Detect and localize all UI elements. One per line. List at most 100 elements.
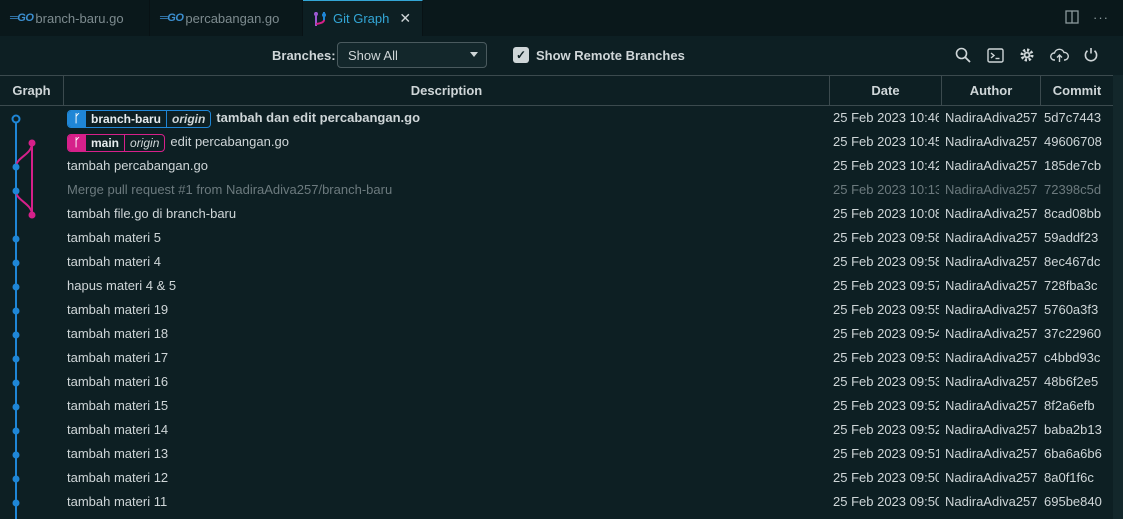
branch-icon: ᚴ (68, 134, 86, 151)
branches-dropdown[interactable]: Show All (337, 42, 487, 68)
commit-row[interactable]: ᚴ branch-baru origin tambah dan edit percab… (0, 106, 1113, 130)
more-icon[interactable]: ··· (1093, 10, 1109, 27)
commit-description: tambah file.go di branch-baru (67, 206, 237, 221)
commit-dot[interactable] (12, 259, 20, 267)
commit-date: 25 Feb 2023 10:42 (833, 158, 939, 173)
tab-branch-baru-go[interactable]: ═GO branch-baru.go (0, 0, 150, 36)
commit-dot[interactable] (12, 403, 20, 411)
commit-dot[interactable] (12, 331, 20, 339)
commit-date: 25 Feb 2023 09:54 (833, 326, 939, 341)
commit-dot[interactable] (12, 499, 20, 507)
commit-dot[interactable] (12, 427, 20, 435)
commit-row[interactable]: tambah materi 15 25 Feb 2023 09:52 NadiraA… (0, 394, 1113, 418)
commit-author: NadiraAdiva257 (945, 398, 1038, 413)
commit-dot[interactable] (12, 307, 20, 315)
commit-dot[interactable] (12, 187, 20, 195)
commit-date: 25 Feb 2023 09:50 (833, 470, 939, 485)
scrollbar[interactable] (1113, 75, 1123, 519)
commit-row[interactable]: tambah materi 5 25 Feb 2023 09:58 NadiraAd… (0, 226, 1113, 250)
commit-row[interactable]: tambah materi 12 25 Feb 2023 09:50 NadiraA… (0, 466, 1113, 490)
commit-date: 25 Feb 2023 09:55 (833, 302, 939, 317)
commit-date: 25 Feb 2023 09:52 (833, 398, 939, 413)
refresh-icon[interactable] (1081, 45, 1101, 65)
commit-row[interactable]: tambah materi 17 25 Feb 2023 09:53 NadiraA… (0, 346, 1113, 370)
show-remote-branches-label[interactable]: Show Remote Branches (536, 48, 685, 63)
commit-message: tambah dan edit percabangan.go (216, 110, 421, 125)
commit-hash: 59addf23 (1044, 230, 1099, 245)
commit-row[interactable]: tambah materi 13 25 Feb 2023 09:51 NadiraA… (0, 442, 1113, 466)
commit-dot[interactable] (11, 114, 21, 124)
commit-author: NadiraAdiva257 (945, 230, 1038, 245)
commit-hash: 185de7cb (1044, 158, 1102, 173)
commit-description: tambah materi 19 (67, 302, 169, 317)
commit-dot[interactable] (12, 283, 20, 291)
commit-row[interactable]: tambah materi 14 25 Feb 2023 09:52 NadiraA… (0, 418, 1113, 442)
commit-hash: 48b6f2e5 (1044, 374, 1099, 389)
branch-tag-main[interactable]: ᚴ main origin (67, 133, 166, 152)
commit-description: tambah materi 5 (67, 230, 161, 245)
commit-dot[interactable] (12, 379, 20, 387)
commit-dot[interactable] (28, 139, 36, 147)
column-header-graph[interactable]: Graph (0, 76, 64, 106)
tab-percabangan-go[interactable]: ═GO percabangan.go (150, 0, 303, 36)
commit-author: NadiraAdiva257 (945, 302, 1038, 317)
close-icon[interactable]: ✕ (399, 10, 411, 27)
commit-dot[interactable] (12, 355, 20, 363)
commit-row[interactable]: tambah file.go di branch-baru 25 Feb 2023… (0, 202, 1113, 226)
branch-tag-branch-baru[interactable]: ᚴ branch-baru origin (67, 109, 212, 128)
branch-name: branch-baru (91, 111, 162, 126)
commit-description: tambah materi 16 (67, 374, 169, 389)
commit-author: NadiraAdiva257 (945, 494, 1038, 509)
commit-dot[interactable] (12, 475, 20, 483)
tab-git-graph[interactable]: Git Graph ✕ (303, 0, 423, 36)
column-header-description[interactable]: Description (64, 76, 830, 106)
commit-author: NadiraAdiva257 (945, 254, 1038, 269)
branch-remote: origin (166, 110, 210, 127)
commit-description: tambah materi 11 (67, 494, 168, 509)
commit-description: hapus materi 4 & 5 (67, 278, 177, 293)
commit-description: tambah materi 4 (67, 254, 161, 269)
commit-author: NadiraAdiva257 (945, 278, 1038, 293)
commit-date: 25 Feb 2023 09:50 (833, 494, 939, 509)
commit-hash: 695be840 (1044, 494, 1102, 509)
commit-dot[interactable] (12, 235, 20, 243)
commit-description: Merge pull request #1 from NadiraAdiva25… (67, 182, 393, 197)
commit-date: 25 Feb 2023 10:45 (833, 134, 939, 149)
commit-author: NadiraAdiva257 (945, 326, 1038, 341)
terminal-icon[interactable] (985, 45, 1005, 65)
commit-description: tambah materi 17 (67, 350, 169, 365)
show-remote-branches-checkbox[interactable]: ✓ (513, 47, 529, 63)
commit-row[interactable]: Merge pull request #1 from NadiraAdiva25… (0, 178, 1113, 202)
commit-description: tambah materi 14 (67, 422, 169, 437)
settings-icon[interactable] (1017, 45, 1037, 65)
commit-row[interactable]: tambah materi 19 25 Feb 2023 09:55 NadiraA… (0, 298, 1113, 322)
commit-graph (11, 114, 36, 519)
commit-date: 25 Feb 2023 09:52 (833, 422, 939, 437)
split-editor-icon[interactable] (1065, 10, 1079, 27)
editor-tab-bar: ═GO branch-baru.go ═GO percabangan.go Gi… (0, 0, 1123, 36)
commit-author: NadiraAdiva257 (945, 446, 1038, 461)
commit-hash: 8ec467dc (1044, 254, 1101, 269)
commit-row[interactable]: ᚴ main origin edit percabangan.go 25 Feb 202… (0, 130, 1113, 154)
commit-row[interactable]: hapus materi 4 & 5 25 Feb 2023 09:57 Nadir… (0, 274, 1113, 298)
commit-row[interactable]: tambah materi 18 25 Feb 2023 09:54 NadiraA… (0, 322, 1113, 346)
commit-row[interactable]: tambah percabangan.go 25 Feb 2023 10:42 Na… (0, 154, 1113, 178)
commit-row[interactable]: tambah materi 11 25 Feb 2023 09:50 NadiraA… (0, 490, 1113, 514)
commit-date: 25 Feb 2023 09:58 (833, 230, 939, 245)
go-icon: ═GO (10, 12, 34, 24)
commit-row[interactable]: tambah materi 16 25 Feb 2023 09:53 NadiraA… (0, 370, 1113, 394)
column-header-commit[interactable]: Commit (1041, 76, 1113, 106)
column-header-date[interactable]: Date (830, 76, 942, 106)
git-graph-icon (313, 11, 327, 27)
commit-dot[interactable] (12, 163, 20, 171)
commit-dot[interactable] (12, 451, 20, 459)
commit-hash: 37c22960 (1044, 326, 1102, 341)
commit-dot[interactable] (28, 211, 36, 219)
commit-row[interactable]: tambah materi 4 25 Feb 2023 09:58 NadiraAd… (0, 250, 1113, 274)
graph-line-main (15, 142, 33, 216)
column-header-author[interactable]: Author (942, 76, 1041, 106)
fetch-icon[interactable] (1049, 45, 1069, 65)
commit-hash: c4bbd93c (1044, 350, 1101, 365)
search-icon[interactable] (953, 45, 973, 65)
commit-author: NadiraAdiva257 (945, 374, 1038, 389)
